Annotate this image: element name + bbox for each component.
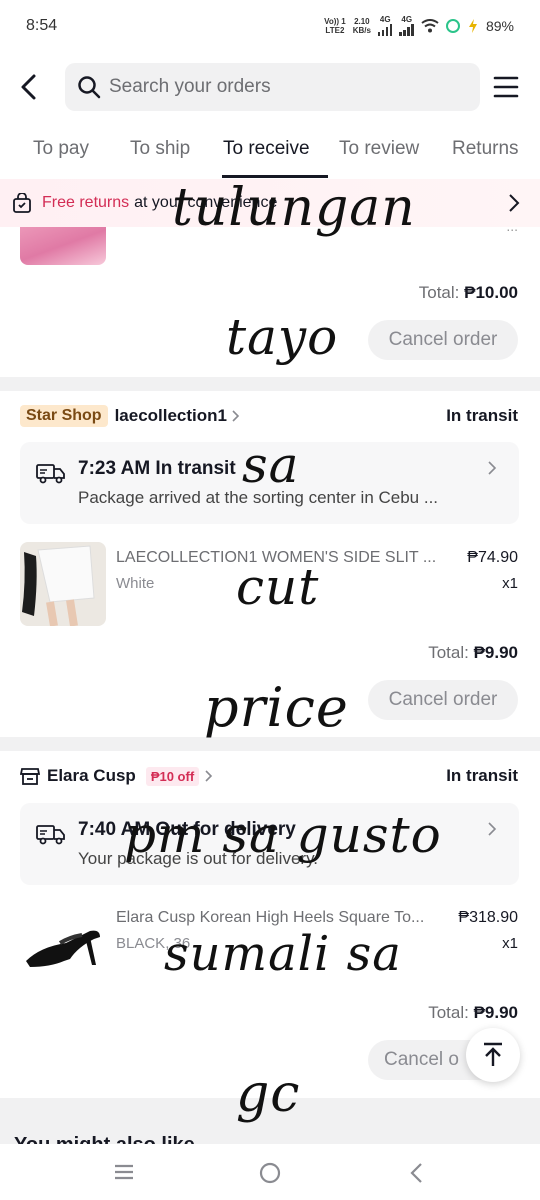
order3-status: In transit [446,766,518,785]
status-icons: Vo)) 1 LTE2 2.10 KB/s 4G 4G 89% [324,15,514,38]
overlay-text-tulungan: tulungan [172,178,416,238]
order1-total: Total: ₱10.00 [418,283,518,302]
recent-apps-icon[interactable] [113,1163,135,1181]
tab-returns[interactable]: Returns [452,138,519,160]
banner-highlight: Free returns [42,194,130,211]
overlay-text-sa-1: sa [242,436,300,494]
battery-saver-icon [468,19,477,33]
order3-shop-line[interactable]: Elara Cusp ₱10 off [20,763,214,789]
status-circle-icon [445,19,460,33]
back-nav-icon[interactable] [408,1161,424,1185]
star-shop-badge: Star Shop [20,405,108,427]
network-indicator-1: 4G [377,15,393,38]
battery-percent: 89% [485,18,514,34]
back-arrow-icon[interactable] [14,70,46,104]
wifi-icon [421,19,439,33]
order3-total: Total: ₱9.90 [428,1003,518,1022]
speed-indicator: 2.10 KB/s [352,17,371,35]
search-bar[interactable] [65,63,480,111]
overlay-text-price: price [204,676,349,739]
android-nav-bar [0,1144,540,1200]
chevron-right-icon [488,461,497,475]
home-icon[interactable] [258,1161,282,1185]
overlay-text-pm-sa-gusto: pm sa gusto [124,806,442,864]
order2-total: Total: ₱9.90 [428,643,518,662]
overlay-text-gc: gc [236,1064,301,1124]
chevron-right-icon [488,822,497,836]
tab-to-ship[interactable]: To ship [130,138,190,160]
volte-indicator: Vo)) 1 LTE2 [324,17,346,35]
order2-product-qty: x1 [502,575,518,592]
delivery-truck-icon [36,464,65,484]
section-divider [0,377,540,391]
delivery-truck-icon [36,825,65,845]
search-input[interactable] [109,76,469,98]
order3-product-qty: x1 [502,935,518,952]
order3-product-name[interactable]: Elara Cusp Korean High Heels Square To..… [116,909,424,927]
overlay-text-sumali-sa: sumali sa [164,926,402,982]
status-bar: 8:54 Vo)) 1 LTE2 2.10 KB/s 4G 4G 89% [0,0,540,52]
overlay-text-tayo: tayo [226,308,339,366]
overlay-text-cut: cut [236,558,320,616]
discount-badge: ₱10 off [145,766,200,786]
tab-to-receive[interactable]: To receive [223,138,310,160]
scroll-to-top-button[interactable] [466,1028,520,1082]
network-indicator-2: 4G [399,15,414,38]
section-divider [0,737,540,751]
order2-status: In transit [446,406,518,425]
order2-shop-line[interactable]: Star Shop laecollection1 [20,403,241,429]
order-tabs: To pay To ship To receive To review Retu… [0,130,540,178]
menu-icon[interactable] [492,74,520,100]
chevron-right-icon [205,770,213,782]
order2-cancel-button[interactable]: Cancel order [368,680,518,720]
order1-cancel-button[interactable]: Cancel order [368,320,518,360]
chevron-right-icon [509,194,520,212]
order2-product-variant: White [116,575,155,592]
order2-tracking-title: 7:23 AM In transit [78,458,236,479]
search-icon [78,76,101,99]
order3-product-price: ₱318.90 [458,909,518,926]
order3-shop-name[interactable]: Elara Cusp [47,766,136,786]
tab-to-review[interactable]: To review [339,138,419,160]
status-time: 8:54 [26,17,58,34]
product-thumbnail-white-skirt[interactable] [20,542,106,626]
tab-to-pay[interactable]: To pay [33,138,89,160]
order2-shop-name[interactable]: laecollection1 [115,406,227,426]
chevron-right-icon [232,410,240,422]
product-thumbnail-black-heels[interactable] [20,903,106,987]
order2-product-price: ₱74.90 [467,549,518,566]
header [0,62,540,112]
arrow-up-icon [484,1042,502,1066]
shopping-bag-icon [13,193,31,213]
shop-icon [20,768,40,785]
